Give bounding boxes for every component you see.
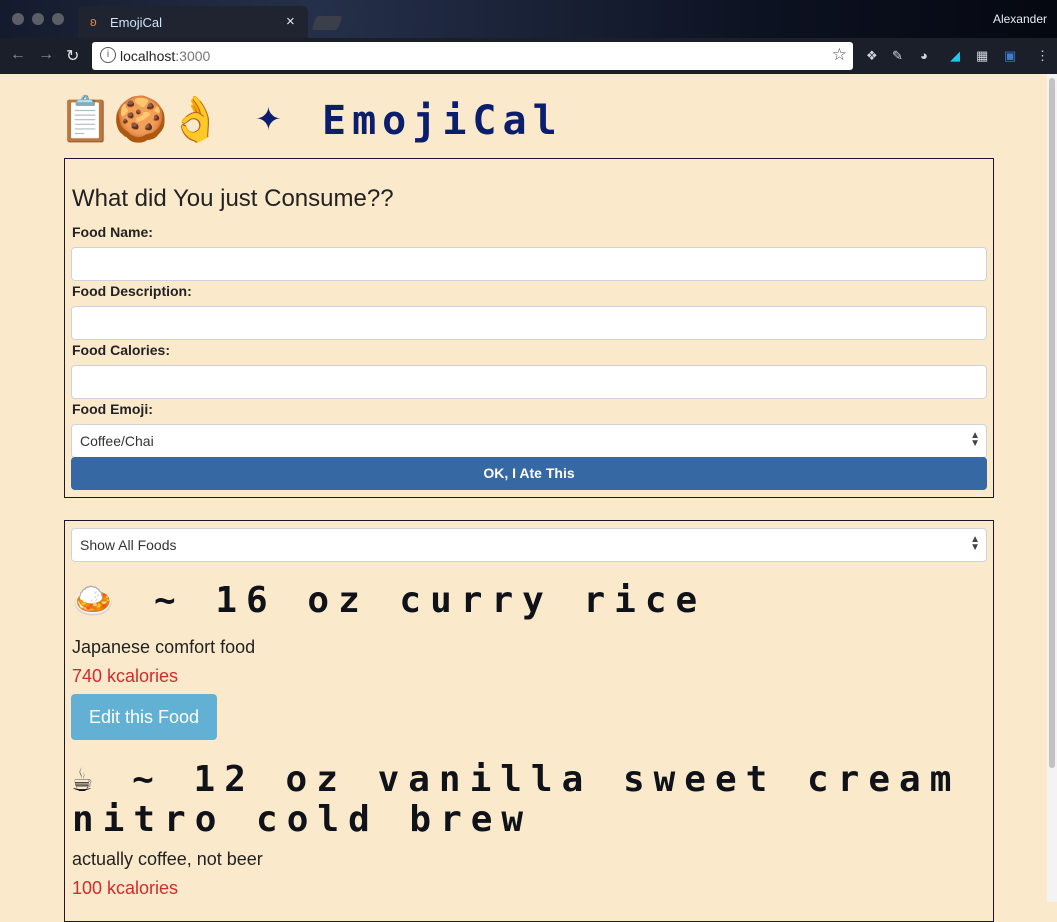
minimize-window-button[interactable] xyxy=(32,13,44,25)
food-calories: 100 kcalories xyxy=(72,878,179,898)
url-text: localhost:3000 xyxy=(120,48,211,64)
clipboard-icon: 📋 xyxy=(58,95,113,144)
clipper-extension-icon[interactable]: ✎ xyxy=(892,48,903,64)
submit-food-button[interactable]: OK, I Ate This xyxy=(71,457,987,490)
ok-hand-icon: 👌 xyxy=(168,95,223,144)
food-title: ☕ ~ 12 oz vanilla sweet cream nitro cold… xyxy=(72,759,961,840)
reload-icon[interactable]: ↻ xyxy=(66,46,79,66)
translate-extension-icon[interactable]: ▣ xyxy=(1004,48,1016,64)
curry-rice-icon: 🍛 xyxy=(72,581,124,621)
brand-title: EmojiCal xyxy=(322,98,563,144)
edit-food-button[interactable]: Edit this Food xyxy=(71,694,217,740)
food-emoji-selected: Coffee/Chai xyxy=(80,433,154,449)
coffee-icon: ☕ xyxy=(72,760,102,800)
food-filter-select[interactable]: Show All Foods ▲ ▼ xyxy=(71,528,987,562)
close-window-button[interactable] xyxy=(12,13,24,25)
food-calories-label: Food Calories: xyxy=(72,342,171,358)
add-food-form: What did You just Consume?? Food Name: F… xyxy=(64,158,994,498)
tab-close-icon[interactable]: × xyxy=(286,13,295,30)
food-emoji-select[interactable]: Coffee/Chai ▲ ▼ xyxy=(71,424,987,458)
maximize-window-button[interactable] xyxy=(52,13,64,25)
bookmark-star-icon[interactable]: ☆ xyxy=(832,45,847,65)
food-description: Japanese comfort food xyxy=(72,637,256,657)
browser-titlebar: ʚ EmojiCal × Alexander xyxy=(0,0,1057,38)
browser-toolbar: ← → ↻ i localhost:3000 ☆ ❖ ✎ ◕ ◢ ▦ ▣ ⋮ xyxy=(0,38,1057,74)
ok-hand-favicon-icon: ʚ xyxy=(90,14,97,29)
food-emoji-label: Food Emoji: xyxy=(72,401,153,417)
tab-title: EmojiCal xyxy=(110,15,163,30)
sparkle-icon: ✦ xyxy=(255,101,282,137)
ruler-extension-icon[interactable]: ◢ xyxy=(950,48,960,64)
forward-icon[interactable]: → xyxy=(38,46,54,64)
select-arrows-icon: ▲ ▼ xyxy=(970,534,980,553)
food-name-label: Food Name: xyxy=(72,224,153,240)
food-description-input[interactable] xyxy=(71,306,987,340)
food-filter-selected: Show All Foods xyxy=(80,537,177,553)
profile-name[interactable]: Alexander xyxy=(993,12,1047,26)
food-description-label: Food Description: xyxy=(72,283,192,299)
browser-tab[interactable]: ʚ EmojiCal × xyxy=(78,6,308,38)
dropbox-extension-icon[interactable]: ❖ xyxy=(866,48,878,64)
new-tab-button[interactable] xyxy=(311,16,343,30)
food-name-input[interactable] xyxy=(71,247,987,281)
food-title: 🍛 ~ 16 oz curry rice xyxy=(72,580,707,622)
food-calories-input[interactable] xyxy=(71,365,987,399)
grid-extension-icon[interactable]: ▦ xyxy=(976,48,988,64)
food-description: actually coffee, not beer xyxy=(72,849,263,869)
cookie-icon: 🍪 xyxy=(113,95,168,144)
palette-extension-icon[interactable]: ◕ xyxy=(920,48,928,63)
scrollbar-thumb[interactable] xyxy=(1049,78,1055,768)
address-bar[interactable]: i localhost:3000 ☆ xyxy=(92,42,853,70)
back-icon[interactable]: ← xyxy=(10,46,26,64)
info-icon[interactable]: i xyxy=(100,47,116,63)
form-title: What did You just Consume?? xyxy=(72,185,394,212)
food-list-panel: Show All Foods ▲ ▼ 🍛 ~ 16 oz curry rice J… xyxy=(64,520,994,922)
food-calories: 740 kcalories xyxy=(72,666,179,686)
menu-icon[interactable]: ⋮ xyxy=(1036,48,1049,64)
select-arrows-icon: ▲ ▼ xyxy=(970,430,980,449)
